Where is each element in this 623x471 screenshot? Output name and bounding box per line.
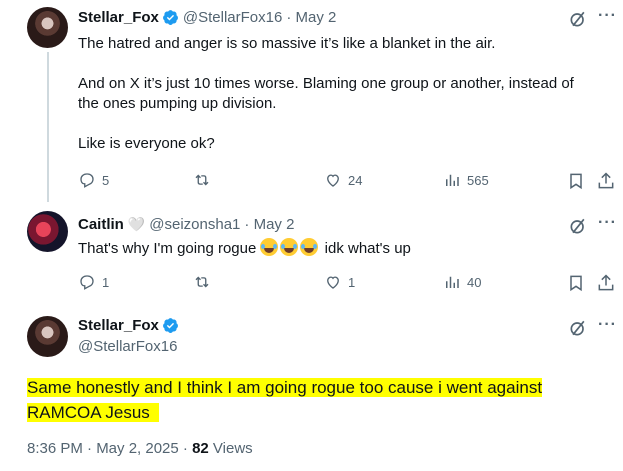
tweet-text: That's why I'm going rogue idk what's up	[78, 238, 411, 257]
bookmark-icon[interactable]	[566, 171, 586, 191]
grok-icon[interactable]	[568, 318, 588, 338]
laughing-emoji-icon	[300, 238, 319, 256]
like-button[interactable]: 1	[324, 273, 355, 291]
avatar[interactable]	[27, 211, 68, 252]
reply-count: 5	[102, 172, 110, 188]
like-icon	[327, 174, 339, 187]
views-icon	[446, 276, 459, 288]
like-count: 1	[348, 274, 356, 290]
author-handle[interactable]: @StellarFox16	[183, 9, 282, 26]
views-count: 40	[467, 274, 482, 290]
verified-badge-icon	[162, 318, 178, 333]
more-icon[interactable]: ···	[598, 214, 617, 232]
views-label: Views	[208, 440, 253, 457]
laughing-emoji-icon	[260, 238, 279, 256]
repost-icon	[195, 174, 209, 186]
author-handle[interactable]: @StellarFox16	[78, 338, 177, 355]
views-button[interactable]: 40	[443, 273, 481, 291]
laughing-emoji-icon	[280, 238, 299, 256]
tweet-1[interactable]: Stellar_Fox @StellarFox16 · May 2 ··· Th…	[0, 0, 623, 202]
reply-button[interactable]: 5	[78, 171, 109, 189]
grok-icon[interactable]	[568, 216, 588, 236]
share-icon[interactable]	[596, 171, 616, 191]
author-name[interactable]: Stellar_Fox	[78, 317, 159, 334]
hand-emoji-icon: 🤍	[127, 216, 146, 232]
tweet-text: Same honestly and I think I am going rog…	[27, 378, 543, 422]
author-name[interactable]: Caitlin	[78, 216, 124, 233]
repost-icon	[195, 276, 209, 288]
more-icon[interactable]: ···	[598, 7, 617, 25]
reply-icon	[80, 275, 94, 290]
author-name[interactable]: Stellar_Fox	[78, 9, 159, 26]
views-count: 565	[467, 172, 489, 188]
tweet-text: The hatred and anger is so massive it’s …	[78, 35, 574, 152]
share-icon[interactable]	[596, 273, 616, 293]
tweet-date[interactable]: · May 2	[244, 216, 294, 233]
avatar[interactable]	[27, 316, 68, 357]
main-tweet: Stellar_Fox @StellarFox16 ··· Same hones…	[0, 305, 623, 471]
more-icon[interactable]: ···	[598, 316, 617, 334]
repost-button[interactable]	[193, 273, 211, 291]
tweet-date[interactable]: · May 2	[286, 9, 336, 26]
reply-button[interactable]: 1	[78, 273, 109, 291]
views-count: 82	[192, 440, 209, 457]
reply-icon	[80, 173, 94, 188]
like-button[interactable]: 24	[324, 171, 362, 189]
author-handle[interactable]: @seizonsha1	[149, 216, 240, 233]
timestamp-link[interactable]: 8:36 PM · May 2, 2025 ·	[27, 440, 192, 457]
like-count: 24	[348, 172, 363, 188]
reply-count: 1	[102, 274, 110, 290]
tweet-2[interactable]: Caitlin 🤍 @seizonsha1 · May 2 ··· That's…	[0, 205, 623, 305]
tweet-meta: 8:36 PM · May 2, 2025 · 82 Views	[27, 440, 253, 457]
avatar[interactable]	[27, 7, 68, 48]
verified-badge-icon	[162, 10, 178, 25]
grok-icon[interactable]	[568, 9, 588, 29]
bookmark-icon[interactable]	[566, 273, 586, 293]
repost-button[interactable]	[193, 171, 211, 189]
views-icon	[446, 174, 459, 186]
thread-connector	[47, 52, 49, 202]
views-button[interactable]: 565	[443, 171, 489, 189]
like-icon	[327, 276, 339, 289]
